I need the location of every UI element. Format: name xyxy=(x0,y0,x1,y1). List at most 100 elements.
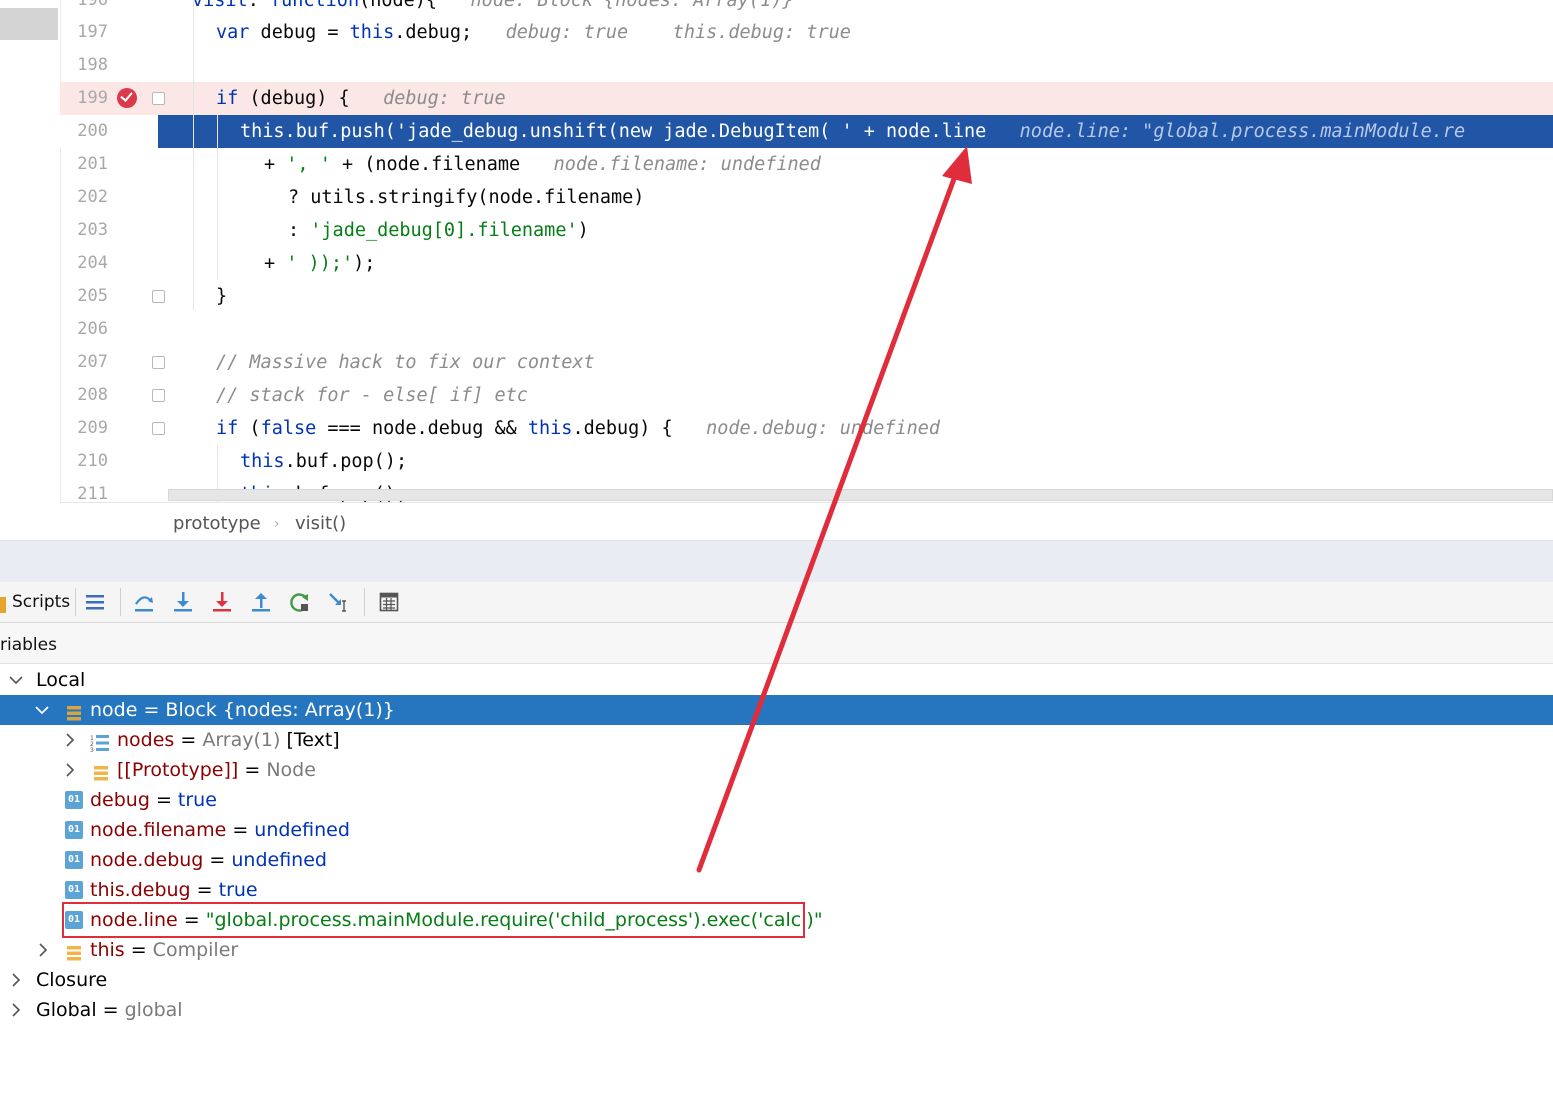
breadcrumb-item-visit[interactable]: visit() xyxy=(295,503,346,540)
var-value: true xyxy=(177,789,217,811)
tree-row-this[interactable]: this = Compiler xyxy=(0,935,1553,965)
toolbar-separator xyxy=(364,588,365,616)
tree-row-nodes[interactable]: 123 nodes = Array(1) [Text] xyxy=(0,725,1553,755)
code-line[interactable]: 205} xyxy=(60,280,1553,313)
code-text: : 'jade_debug[0].filename') xyxy=(288,220,589,241)
object-icon xyxy=(92,761,110,781)
code-line[interactable]: 209 if (false === node.debug && this.debu… xyxy=(60,412,1553,445)
svg-text:3: 3 xyxy=(90,747,94,752)
line-number[interactable]: 209 xyxy=(68,412,108,445)
code-text: // Massive hack to fix our context xyxy=(216,352,595,373)
tree-row-this-debug[interactable]: 01 this.debug = true xyxy=(0,875,1553,905)
var-name: node xyxy=(90,699,138,721)
step-over-icon[interactable] xyxy=(132,590,156,614)
step-into-icon[interactable] xyxy=(171,590,195,614)
line-number[interactable]: 207 xyxy=(68,346,108,379)
line-number[interactable]: 205 xyxy=(68,280,108,313)
restart-frame-icon[interactable] xyxy=(288,590,312,614)
tree-row-node-filename[interactable]: 01 node.filename = undefined xyxy=(0,815,1553,845)
line-number[interactable]: 204 xyxy=(68,247,108,280)
step-out-icon[interactable] xyxy=(249,590,273,614)
fold-marker-icon[interactable] xyxy=(152,389,165,402)
code-editor[interactable]: 196 visit: function(node){ node: Block {… xyxy=(0,0,1553,540)
var-name: this.debug xyxy=(90,879,191,901)
var-name: [[Prototype]] xyxy=(117,759,239,781)
indent-guide xyxy=(217,115,218,280)
line-number[interactable]: 203 xyxy=(68,214,108,247)
toolbar-separator xyxy=(75,588,76,616)
code-text: if (false === node.debug && this.debug) … xyxy=(216,418,941,439)
tree-row-global[interactable]: Global = global xyxy=(0,995,1553,1025)
tree-row-closure[interactable]: Closure xyxy=(0,965,1553,995)
chevron-right-icon[interactable] xyxy=(62,725,78,755)
code-line[interactable]: 204 + ' ));'); xyxy=(60,247,1553,280)
code-line[interactable]: 201 + ', ' + (node.filename node.filename… xyxy=(60,148,1553,181)
inline-value-hint: debug: true xyxy=(371,88,506,109)
code-line[interactable]: 206 xyxy=(60,313,1553,346)
tree-row-local[interactable]: Local xyxy=(0,665,1553,695)
tree-row-debug[interactable]: 01 debug = true xyxy=(0,785,1553,815)
line-number[interactable]: 206 xyxy=(68,313,108,346)
line-number[interactable]: 198 xyxy=(68,49,108,82)
panel-divider[interactable] xyxy=(0,540,1553,583)
code-text: var debug = this.debug; debug: true this… xyxy=(216,22,851,43)
object-icon xyxy=(65,701,83,721)
code-line[interactable]: 198 xyxy=(60,49,1553,82)
code-text: + ', ' + (node.filename node.filename: u… xyxy=(264,154,821,175)
code-text: } xyxy=(216,286,228,307)
fold-marker-icon[interactable] xyxy=(152,92,165,105)
code-line[interactable]: 207 // Massive hack to fix our context xyxy=(60,346,1553,379)
code-line[interactable]: 199 if (debug) { debug: true xyxy=(60,82,1553,115)
scripts-tab[interactable]: Scripts xyxy=(12,582,70,622)
tree-row-node[interactable]: node = Block {nodes: Array(1)} xyxy=(0,695,1553,725)
line-number[interactable]: 199 xyxy=(68,82,108,115)
chevron-right-icon[interactable] xyxy=(35,935,51,965)
line-number[interactable]: 197 xyxy=(68,16,108,49)
scope-label: Local xyxy=(36,669,86,691)
line-number[interactable]: 201 xyxy=(68,148,108,181)
var-name: node.debug xyxy=(90,849,204,871)
code-line[interactable]: 200 this.buf.push('jade_debug.unshift(new… xyxy=(60,115,1553,148)
code-text: + ' ));'); xyxy=(264,253,376,274)
fold-marker-icon[interactable] xyxy=(152,356,165,369)
evaluate-icon[interactable] xyxy=(377,590,401,614)
indent-guide xyxy=(193,0,194,310)
fold-marker-icon[interactable] xyxy=(152,290,165,303)
primitive-icon: 01 xyxy=(65,791,83,809)
code-line[interactable]: 210 this.buf.pop(); xyxy=(60,445,1553,478)
chevron-down-icon[interactable] xyxy=(8,665,24,695)
code-line[interactable]: 197 var debug = this.debug; debug: true t… xyxy=(60,16,1553,49)
code-text: this.buf.pop(); xyxy=(240,451,408,472)
run-to-cursor-icon[interactable] xyxy=(327,590,351,614)
var-value: undefined xyxy=(254,819,350,841)
primitive-icon: 01 xyxy=(65,881,83,899)
line-number[interactable]: 210 xyxy=(68,445,108,478)
horizontal-scrollbar[interactable] xyxy=(168,489,1553,501)
chevron-right-icon[interactable] xyxy=(8,995,24,1025)
breakpoint-icon[interactable] xyxy=(117,88,137,108)
code-line[interactable]: 208 // stack for - else[ if] etc xyxy=(60,379,1553,412)
code-line-partial[interactable]: 196 visit: function(node){ node: Block {… xyxy=(60,0,1553,17)
chevron-right-icon[interactable] xyxy=(62,755,78,785)
line-number[interactable]: 208 xyxy=(68,379,108,412)
line-number[interactable]: 200 xyxy=(60,115,158,148)
inline-value-hint: node.line: "global.process.mainModule.re xyxy=(1008,121,1466,142)
fold-marker-icon[interactable] xyxy=(152,422,165,435)
variables-title: riables xyxy=(0,635,57,655)
tree-row-prototype[interactable]: [[Prototype]] = Node xyxy=(0,755,1553,785)
code-line[interactable]: 203 : 'jade_debug[0].filename') xyxy=(60,214,1553,247)
chevron-down-icon[interactable] xyxy=(34,695,50,725)
var-value: global xyxy=(124,999,183,1021)
frames-icon[interactable] xyxy=(83,590,107,614)
line-number[interactable]: 202 xyxy=(68,181,108,214)
force-step-into-icon[interactable] xyxy=(210,590,234,614)
code-line[interactable]: 202 ? utils.stringify(node.filename) xyxy=(60,181,1553,214)
tree-row-node-debug[interactable]: 01 node.debug = undefined xyxy=(0,845,1553,875)
strip-selection xyxy=(0,8,58,40)
breadcrumb-item-prototype[interactable]: prototype xyxy=(173,503,261,540)
array-icon: 123 xyxy=(90,731,109,754)
inline-value-hint: debug: true this.debug: true xyxy=(494,22,851,43)
scope-label: Closure xyxy=(36,969,108,991)
toolbar-separator xyxy=(120,588,121,616)
chevron-right-icon[interactable] xyxy=(8,965,24,995)
